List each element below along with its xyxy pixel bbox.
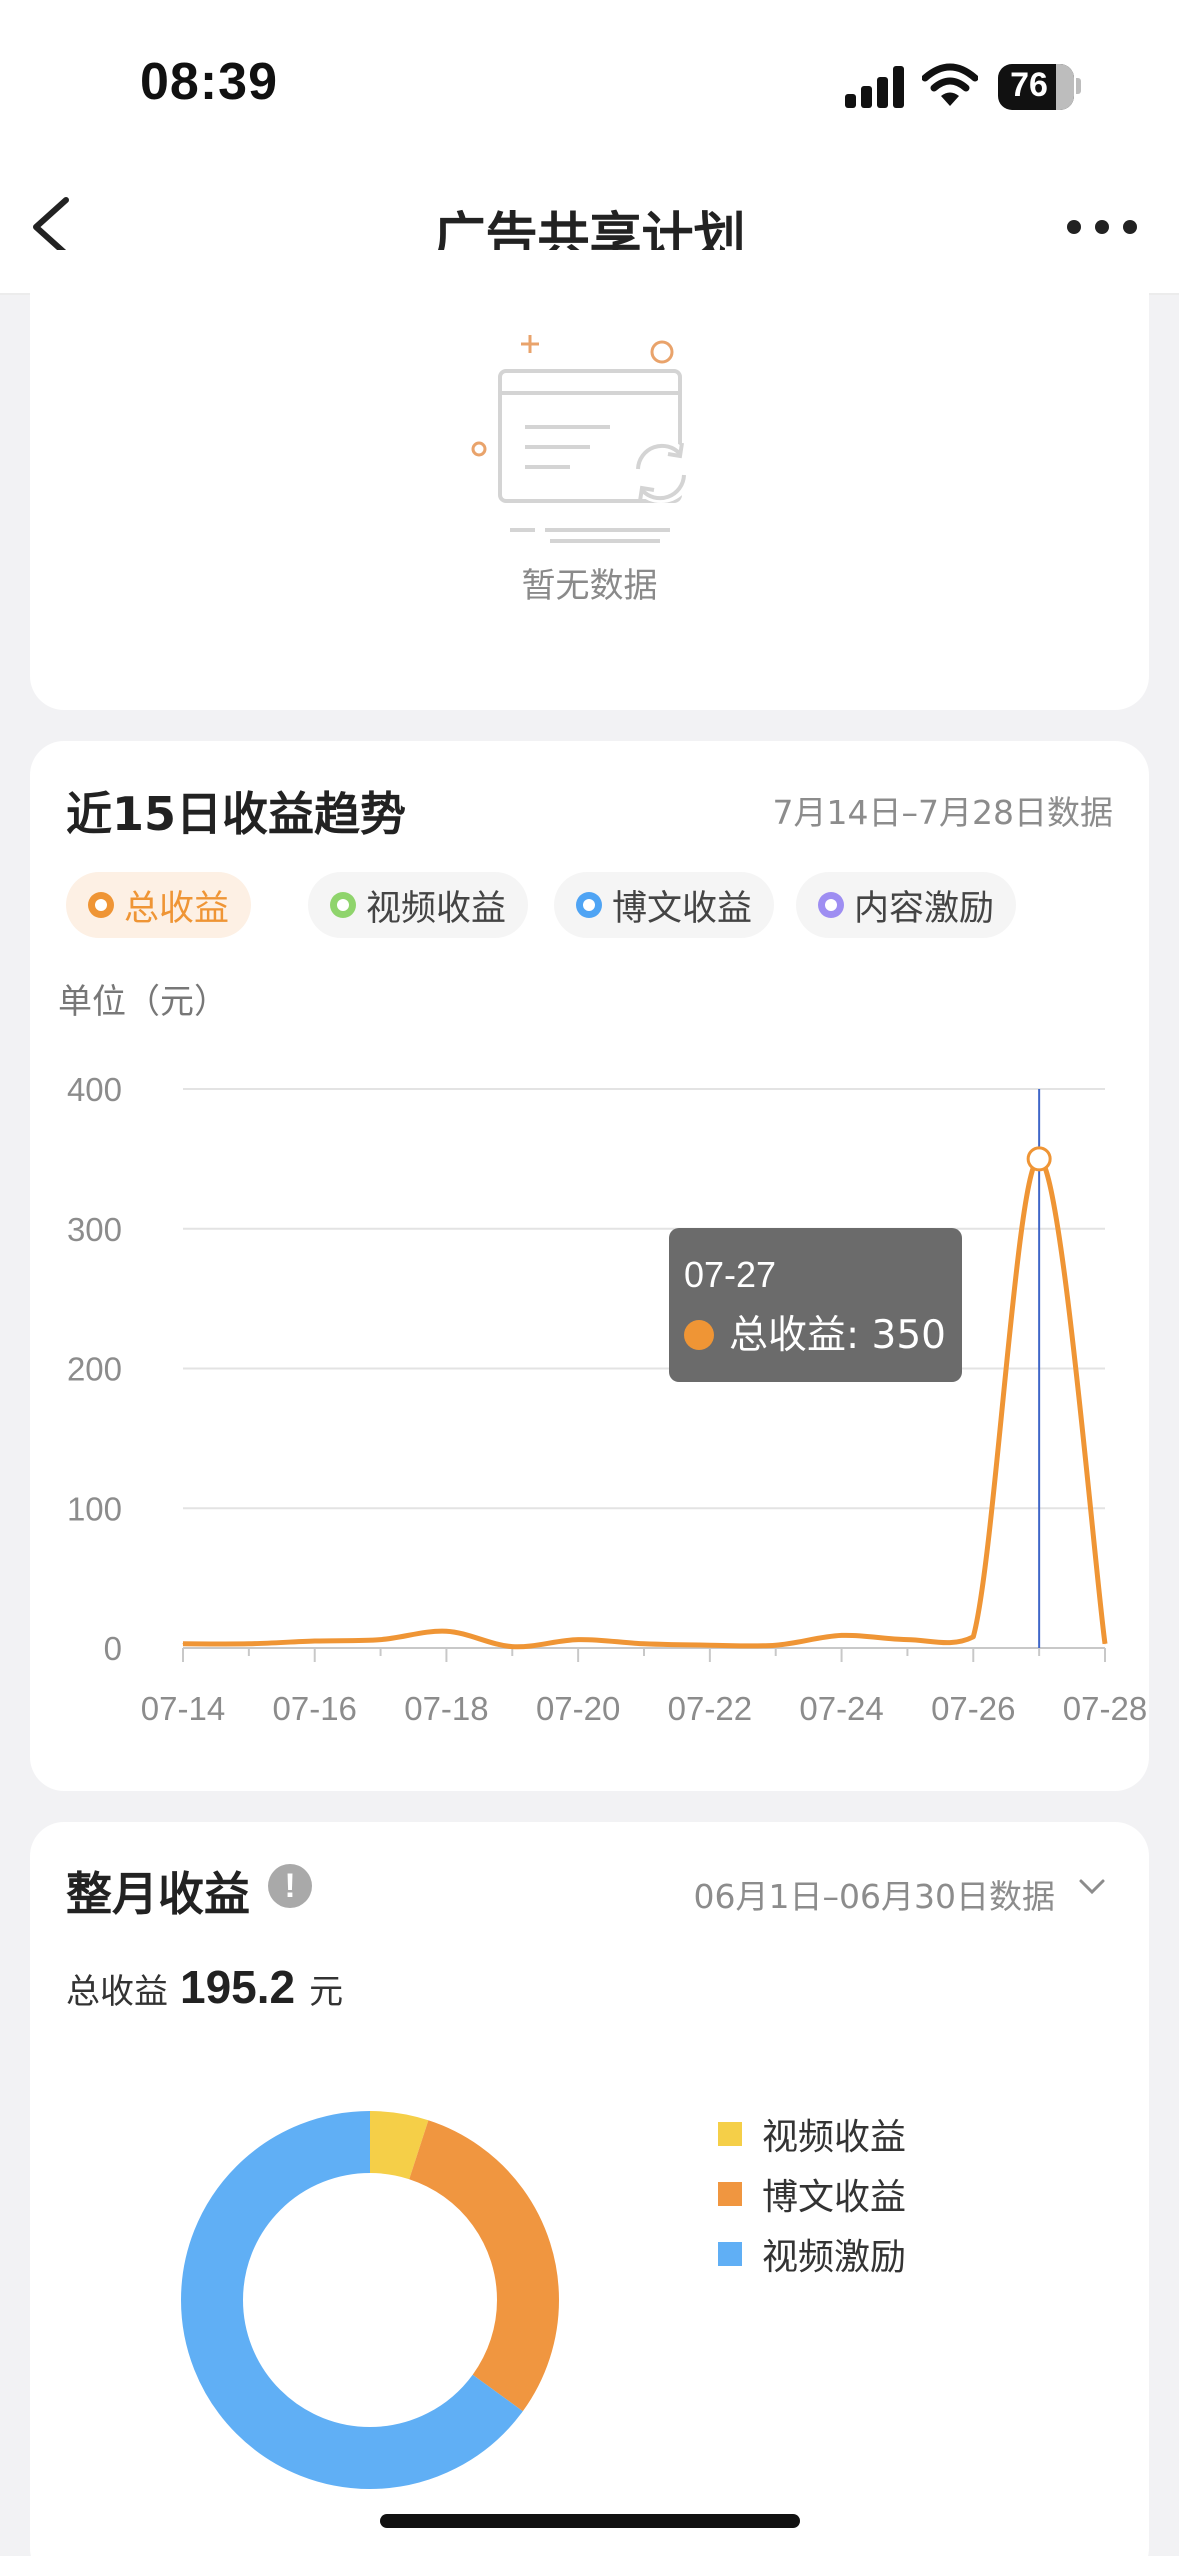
legend-swatch <box>718 2122 742 2146</box>
total-income-label: 总收益 <box>66 1972 168 2012</box>
data-point <box>775 1644 777 1646</box>
trend-title: 近15日收益趋势 <box>66 787 407 841</box>
legend-label: 视频激励 <box>762 2237 907 2278</box>
battery-icon: 76 <box>998 64 1074 110</box>
battery-tip <box>1076 78 1081 94</box>
cellular-signal-icon <box>845 66 905 108</box>
wifi-icon <box>922 63 978 106</box>
data-point <box>314 1640 316 1642</box>
y-tick-label: 300 <box>67 1211 122 1248</box>
filter-dot-icon <box>88 892 114 918</box>
data-point <box>643 1643 645 1645</box>
no-data-illustration-icon <box>471 335 693 543</box>
data-point <box>709 1644 711 1646</box>
filter-content-incentive[interactable]: 内容激励 <box>796 872 1017 938</box>
battery-level: 76 <box>1010 66 1048 104</box>
x-tick-label: 07-24 <box>799 1690 883 1727</box>
home-indicator <box>380 2514 800 2528</box>
filter-blog-income[interactable]: 博文收益 <box>554 872 775 938</box>
total-income-unit: 元 <box>309 1972 344 2012</box>
chart-tooltip: 07-27 总收益: 350 <box>669 1228 962 1382</box>
y-tick-label: 100 <box>67 1490 122 1527</box>
legend-label: 视频收益 <box>762 2117 907 2158</box>
y-tick-label: 400 <box>67 1071 122 1108</box>
filter-label: 视频收益 <box>366 888 507 929</box>
x-tick-label: 07-26 <box>931 1690 1015 1727</box>
info-icon[interactable]: ! <box>268 1864 312 1908</box>
x-tick-label: 07-28 <box>1063 1690 1147 1727</box>
chart-unit-label: 单位（元） <box>58 982 228 1022</box>
chevron-down-icon[interactable] <box>1075 1870 1109 1904</box>
tooltip-dot-icon <box>684 1320 714 1350</box>
filter-dot-icon <box>576 892 602 918</box>
trend-line-chart[interactable]: 0 100 200 300 400 07-14 07-16 07-18 07-20 07-22 07… <box>0 1040 1179 1760</box>
data-point <box>1104 1643 1106 1645</box>
filter-video-income[interactable]: 视频收益 <box>308 872 529 938</box>
filter-dot-icon <box>818 892 844 918</box>
x-tick-label: 07-18 <box>404 1690 488 1727</box>
data-point <box>248 1643 250 1645</box>
month-range-selector[interactable]: 06月1日–06月30日数据 <box>640 1870 1055 1918</box>
more-options-icon[interactable] <box>1067 220 1137 234</box>
legend-swatch <box>718 2182 742 2206</box>
filter-label: 博文收益 <box>612 888 753 929</box>
total-income: 总收益 195.2 元 <box>66 1960 343 2014</box>
data-point <box>841 1634 843 1636</box>
x-tick-label: 07-16 <box>273 1690 357 1727</box>
legend-swatch <box>718 2242 742 2266</box>
y-tick-label: 200 <box>67 1351 122 1388</box>
data-point <box>380 1639 382 1641</box>
highlight-point <box>1026 1146 1052 1172</box>
total-income-value: 195.2 <box>180 1961 296 2013</box>
income-donut-chart[interactable] <box>160 2090 580 2510</box>
legend-item: 博文收益 <box>718 2164 906 2224</box>
tooltip-date: 07-27 <box>684 1254 776 1295</box>
data-point <box>182 1643 184 1645</box>
data-point <box>511 1646 513 1648</box>
empty-state-text: 暂无数据 <box>521 566 658 606</box>
x-tick-label: 07-22 <box>668 1690 752 1727</box>
filter-dot-icon <box>330 892 356 918</box>
tooltip-value: 总收益: 350 <box>729 1313 946 1358</box>
data-point <box>972 1636 974 1638</box>
trend-date-range: 7月14日–7月28日数据 <box>772 793 1113 832</box>
filter-total-income[interactable]: 总收益 <box>66 872 252 938</box>
filter-label: 总收益 <box>124 888 230 929</box>
legend-label: 博文收益 <box>762 2177 907 2218</box>
legend-item: 视频激励 <box>718 2224 906 2284</box>
x-tick-label: 07-20 <box>536 1690 620 1727</box>
status-time: 08:39 <box>140 53 278 111</box>
data-point <box>445 1630 447 1632</box>
monthly-title: 整月收益 <box>66 1867 250 1921</box>
x-tick-label: 07-14 <box>141 1690 225 1727</box>
donut-legend: 视频收益博文收益视频激励 <box>718 2104 906 2284</box>
tooltip-box <box>669 1228 962 1382</box>
data-point <box>906 1639 908 1641</box>
y-tick-label: 0 <box>104 1630 122 1667</box>
data-point <box>577 1639 579 1641</box>
filter-label: 内容激励 <box>854 888 995 929</box>
legend-item: 视频收益 <box>718 2104 906 2164</box>
series-line <box>182 1156 1108 1650</box>
